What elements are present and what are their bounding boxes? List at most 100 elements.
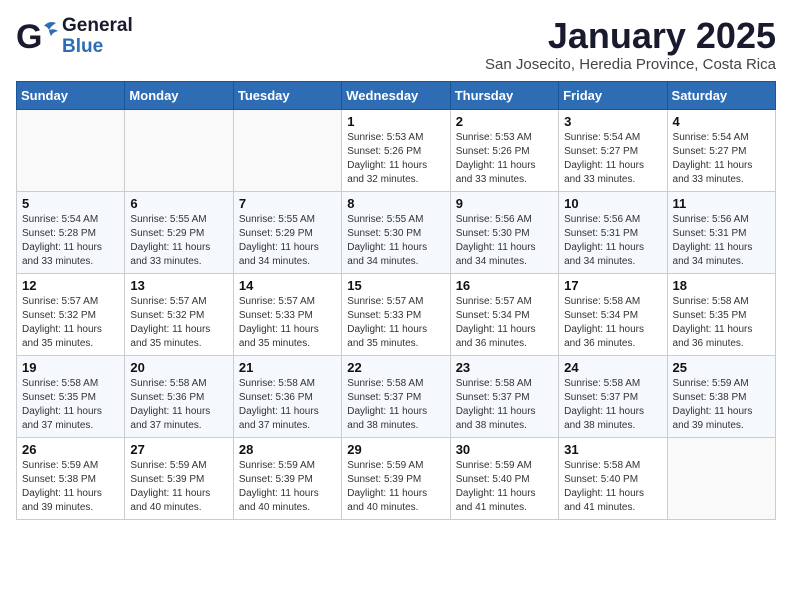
calendar-cell: 3 Sunrise: 5:54 AM Sunset: 5:27 PM Daylig… [559,109,667,191]
day-info: Sunrise: 5:58 AM Sunset: 5:37 PM Dayligh… [347,377,444,433]
day-number: 11 [673,196,770,211]
calendar-cell: 5Sunrise: 5:54 AM Sunset: 5:28 PM Daylig… [17,191,125,273]
day-number: 21 [239,360,336,375]
logo-general: General [62,16,133,37]
calendar-cell [233,109,341,191]
day-info: Sunrise: 5:58 AM Sunset: 5:36 PM Dayligh… [239,377,336,433]
calendar-cell [125,109,233,191]
day-info: Sunrise: 5:59 AM Sunset: 5:38 PM Dayligh… [22,459,119,515]
day-number: 1 [347,114,444,129]
day-number: 6 [130,196,227,211]
calendar-cell: 6 Sunrise: 5:55 AM Sunset: 5:29 PM Daylig… [125,191,233,273]
day-info: Sunrise: 5:58 AM Sunset: 5:37 PM Dayligh… [564,377,661,433]
calendar-cell: 26Sunrise: 5:59 AM Sunset: 5:38 PM Dayli… [17,437,125,519]
day-info: Sunrise: 5:59 AM Sunset: 5:39 PM Dayligh… [130,459,227,515]
title-block: January 2025 San Josecito, Heredia Provi… [485,16,776,73]
logo-icon: G [16,18,58,56]
calendar-header-row: Sunday Monday Tuesday Wednesday Thursday… [17,81,776,109]
day-info: Sunrise: 5:54 AM Sunset: 5:27 PM Dayligh… [564,131,661,187]
day-number: 8 [347,196,444,211]
day-info: Sunrise: 5:57 AM Sunset: 5:32 PM Dayligh… [130,295,227,351]
day-info: Sunrise: 5:58 AM Sunset: 5:35 PM Dayligh… [673,295,770,351]
day-number: 17 [564,278,661,293]
svg-text:G: G [16,18,42,56]
day-number: 4 [673,114,770,129]
calendar-cell: 8 Sunrise: 5:55 AM Sunset: 5:30 PM Daylig… [342,191,450,273]
day-info: Sunrise: 5:53 AM Sunset: 5:26 PM Dayligh… [456,131,553,187]
day-info: Sunrise: 5:57 AM Sunset: 5:33 PM Dayligh… [239,295,336,351]
calendar-cell: 18 Sunrise: 5:58 AM Sunset: 5:35 PM Dayli… [667,273,775,355]
day-number: 18 [673,278,770,293]
day-info: Sunrise: 5:55 AM Sunset: 5:29 PM Dayligh… [239,213,336,269]
calendar-cell: 13 Sunrise: 5:57 AM Sunset: 5:32 PM Dayli… [125,273,233,355]
calendar-cell: 7Sunrise: 5:55 AM Sunset: 5:29 PM Daylig… [233,191,341,273]
day-number: 29 [347,442,444,457]
day-number: 12 [22,278,119,293]
day-info: Sunrise: 5:55 AM Sunset: 5:29 PM Dayligh… [130,213,227,269]
calendar-cell: 25 Sunrise: 5:59 AM Sunset: 5:38 PM Dayli… [667,355,775,437]
day-number: 23 [456,360,553,375]
header: G General Blue January 2025 San Josecito… [16,16,776,73]
day-number: 27 [130,442,227,457]
header-tuesday: Tuesday [233,81,341,109]
day-number: 2 [456,114,553,129]
day-info: Sunrise: 5:57 AM Sunset: 5:33 PM Dayligh… [347,295,444,351]
day-info: Sunrise: 5:58 AM Sunset: 5:40 PM Dayligh… [564,459,661,515]
header-friday: Friday [559,81,667,109]
calendar-cell [667,437,775,519]
header-thursday: Thursday [450,81,558,109]
calendar-cell [17,109,125,191]
day-info: Sunrise: 5:58 AM Sunset: 5:35 PM Dayligh… [22,377,119,433]
day-info: Sunrise: 5:59 AM Sunset: 5:38 PM Dayligh… [673,377,770,433]
calendar-cell: 17Sunrise: 5:58 AM Sunset: 5:34 PM Dayli… [559,273,667,355]
calendar-cell: 21 Sunrise: 5:58 AM Sunset: 5:36 PM Dayli… [233,355,341,437]
calendar-cell: 27 Sunrise: 5:59 AM Sunset: 5:39 PM Dayli… [125,437,233,519]
day-info: Sunrise: 5:56 AM Sunset: 5:30 PM Dayligh… [456,213,553,269]
logo-blue: Blue [62,37,133,58]
day-number: 14 [239,278,336,293]
day-number: 13 [130,278,227,293]
calendar-subtitle: San Josecito, Heredia Province, Costa Ri… [485,56,776,73]
calendar-cell: 24 Sunrise: 5:58 AM Sunset: 5:37 PM Dayli… [559,355,667,437]
day-number: 22 [347,360,444,375]
day-info: Sunrise: 5:53 AM Sunset: 5:26 PM Dayligh… [347,131,444,187]
day-info: Sunrise: 5:59 AM Sunset: 5:39 PM Dayligh… [239,459,336,515]
day-info: Sunrise: 5:58 AM Sunset: 5:37 PM Dayligh… [456,377,553,433]
week-row-2: 5Sunrise: 5:54 AM Sunset: 5:28 PM Daylig… [17,191,776,273]
calendar-cell: 19 Sunrise: 5:58 AM Sunset: 5:35 PM Dayli… [17,355,125,437]
week-row-5: 26Sunrise: 5:59 AM Sunset: 5:38 PM Dayli… [17,437,776,519]
week-row-4: 19 Sunrise: 5:58 AM Sunset: 5:35 PM Dayli… [17,355,776,437]
day-info: Sunrise: 5:55 AM Sunset: 5:30 PM Dayligh… [347,213,444,269]
header-saturday: Saturday [667,81,775,109]
day-number: 9 [456,196,553,211]
day-number: 3 [564,114,661,129]
calendar-cell: 4 Sunrise: 5:54 AM Sunset: 5:27 PM Daylig… [667,109,775,191]
week-row-1: 1 Sunrise: 5:53 AM Sunset: 5:26 PM Daylig… [17,109,776,191]
day-number: 25 [673,360,770,375]
day-number: 10 [564,196,661,211]
day-info: Sunrise: 5:58 AM Sunset: 5:36 PM Dayligh… [130,377,227,433]
header-monday: Monday [125,81,233,109]
header-sunday: Sunday [17,81,125,109]
day-number: 20 [130,360,227,375]
calendar-cell: 2 Sunrise: 5:53 AM Sunset: 5:26 PM Daylig… [450,109,558,191]
calendar-title: January 2025 [485,16,776,56]
day-number: 19 [22,360,119,375]
calendar-cell: 15Sunrise: 5:57 AM Sunset: 5:33 PM Dayli… [342,273,450,355]
day-info: Sunrise: 5:54 AM Sunset: 5:27 PM Dayligh… [673,131,770,187]
calendar-cell: 29 Sunrise: 5:59 AM Sunset: 5:39 PM Dayli… [342,437,450,519]
calendar-cell: 10Sunrise: 5:56 AM Sunset: 5:31 PM Dayli… [559,191,667,273]
calendar-cell: 11Sunrise: 5:56 AM Sunset: 5:31 PM Dayli… [667,191,775,273]
calendar-cell: 30Sunrise: 5:59 AM Sunset: 5:40 PM Dayli… [450,437,558,519]
calendar-cell: 14 Sunrise: 5:57 AM Sunset: 5:33 PM Dayli… [233,273,341,355]
calendar-cell: 1 Sunrise: 5:53 AM Sunset: 5:26 PM Daylig… [342,109,450,191]
header-wednesday: Wednesday [342,81,450,109]
week-row-3: 12 Sunrise: 5:57 AM Sunset: 5:32 PM Dayli… [17,273,776,355]
day-number: 28 [239,442,336,457]
day-info: Sunrise: 5:59 AM Sunset: 5:39 PM Dayligh… [347,459,444,515]
day-number: 24 [564,360,661,375]
calendar-cell: 9 Sunrise: 5:56 AM Sunset: 5:30 PM Daylig… [450,191,558,273]
calendar-table: Sunday Monday Tuesday Wednesday Thursday… [16,81,776,520]
calendar-cell: 23 Sunrise: 5:58 AM Sunset: 5:37 PM Dayli… [450,355,558,437]
calendar-cell: 20 Sunrise: 5:58 AM Sunset: 5:36 PM Dayli… [125,355,233,437]
